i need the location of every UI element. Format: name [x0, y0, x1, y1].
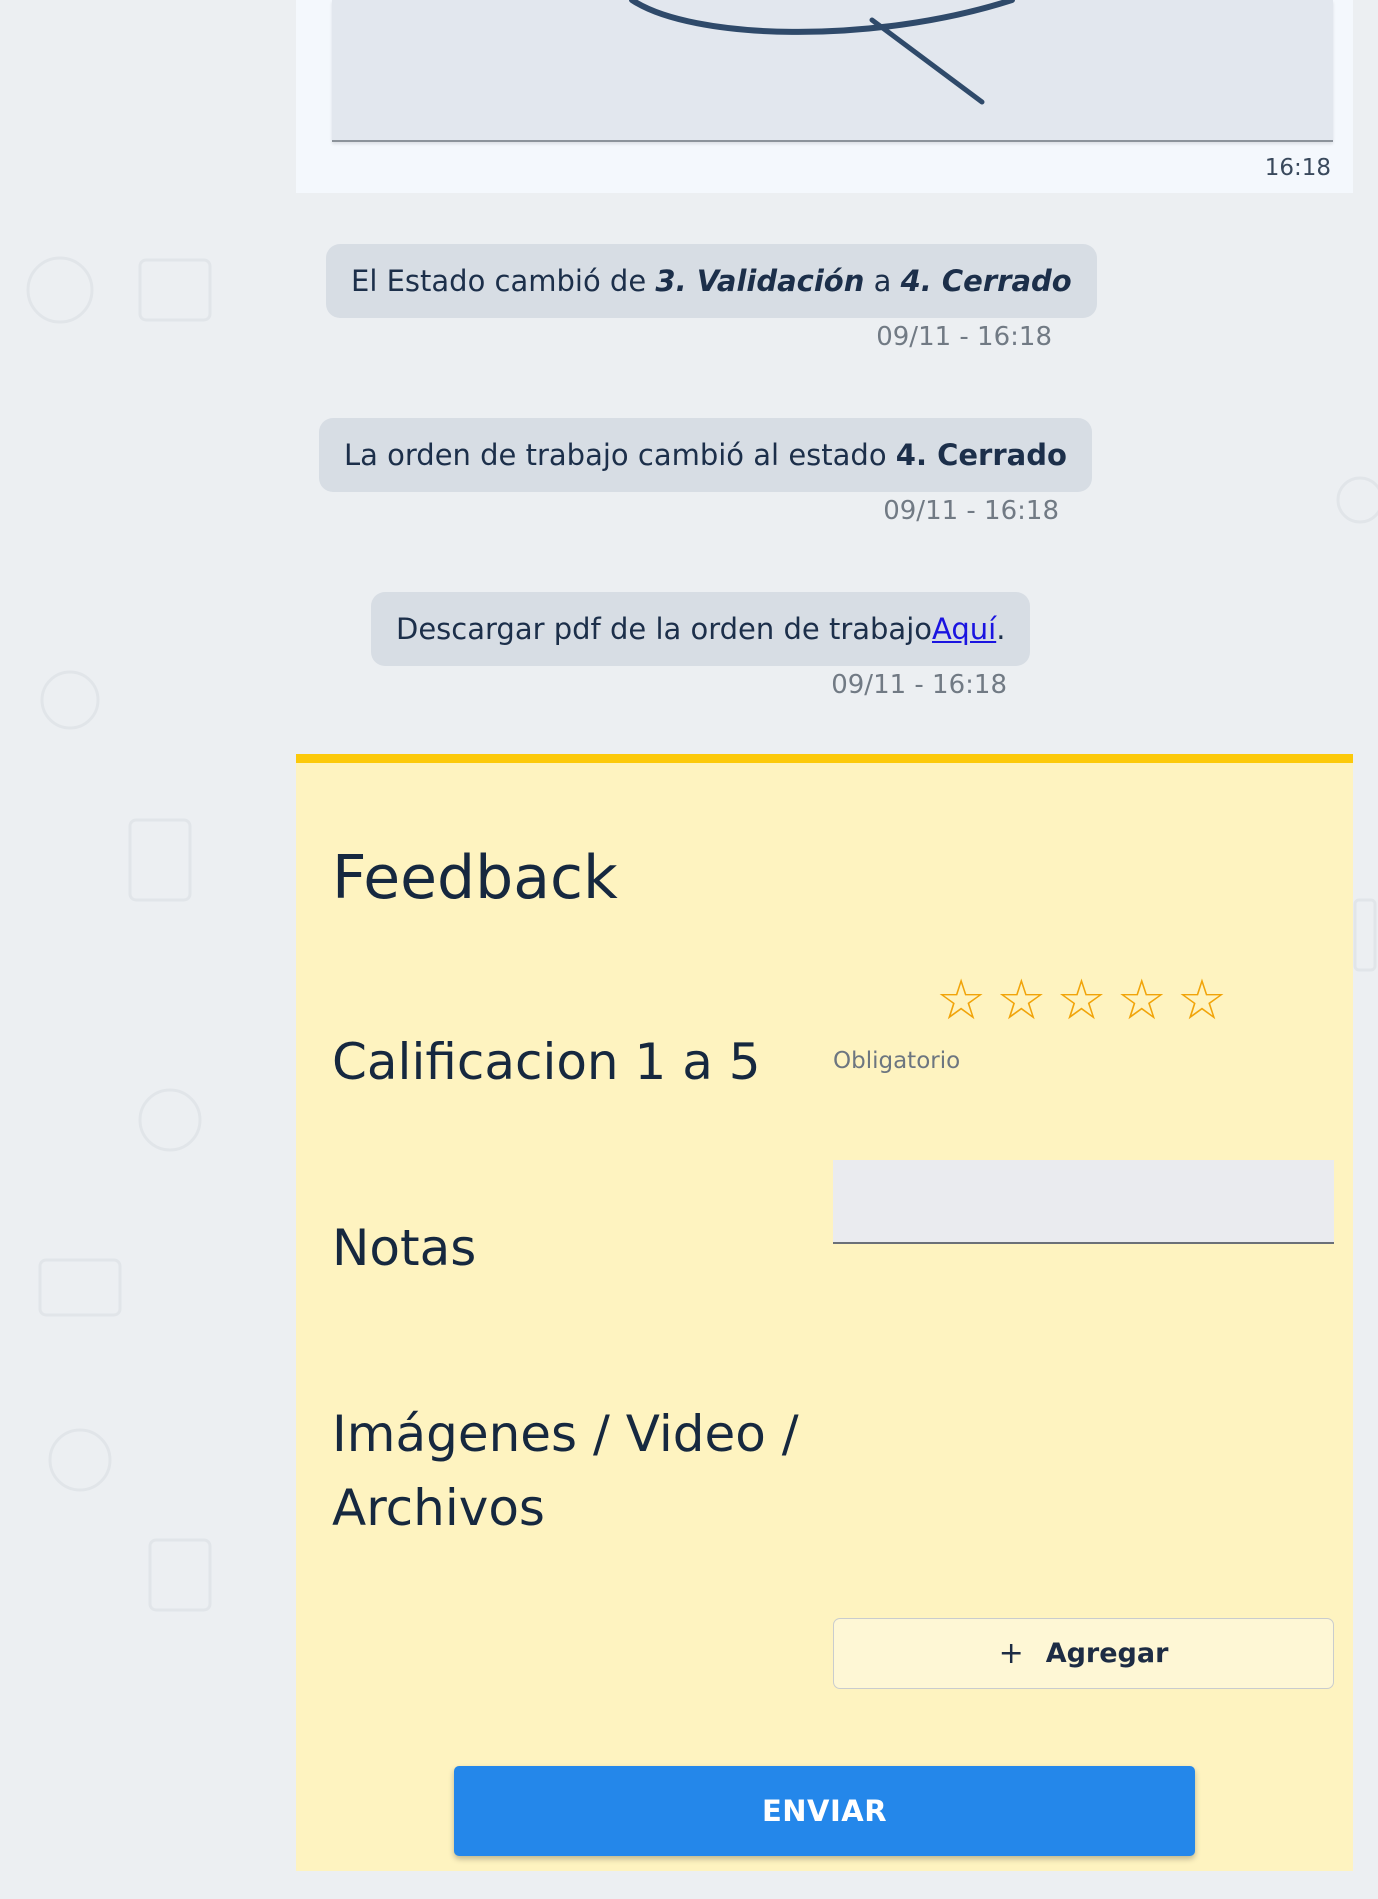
required-hint: Obligatorio	[833, 1048, 961, 1074]
event-text: La orden de trabajo cambió al estado	[344, 438, 896, 472]
star-icon[interactable]: ☆	[1056, 973, 1106, 1029]
add-file-button[interactable]: + Agregar	[833, 1618, 1334, 1689]
event-from-status: 3. Validación	[655, 264, 865, 298]
order-status-bubble: La orden de trabajo cambió al estado 4. …	[319, 418, 1092, 492]
event-timestamp: 09/11 - 16:18	[831, 670, 1007, 700]
pdf-download-link[interactable]: Aquí	[932, 612, 996, 646]
event-text: .	[996, 612, 1006, 646]
rating-label: Calificacion 1 a 5	[332, 1033, 761, 1091]
status-change-bubble: El Estado cambió de 3. Validación a 4. C…	[326, 244, 1097, 318]
rating-stars: ☆ ☆ ☆ ☆ ☆	[936, 973, 1227, 1029]
event-timestamp: 09/11 - 16:18	[876, 322, 1052, 352]
feedback-title: Feedback	[332, 843, 618, 913]
event-text: Descargar pdf de la orden de trabajo	[396, 612, 933, 646]
notes-input[interactable]	[833, 1160, 1334, 1244]
signature-message-card: 16:18	[296, 0, 1353, 193]
event-text: El Estado cambió de	[351, 264, 656, 298]
message-timestamp: 16:18	[1264, 155, 1331, 181]
event-to-status: 4. Cerrado	[900, 264, 1072, 298]
notes-label: Notas	[332, 1219, 477, 1277]
star-icon[interactable]: ☆	[936, 973, 986, 1029]
send-button[interactable]: ENVIAR	[454, 1766, 1195, 1856]
files-label-line2: Archivos	[332, 1479, 545, 1537]
add-file-label: Agregar	[1045, 1638, 1169, 1669]
event-timestamp: 09/11 - 16:18	[883, 496, 1059, 526]
plus-icon: +	[998, 1636, 1024, 1671]
star-icon[interactable]: ☆	[996, 973, 1046, 1029]
feedback-panel: Feedback Calificacion 1 a 5 ☆ ☆ ☆ ☆ ☆ Ob…	[296, 754, 1353, 1871]
signature-image	[332, 0, 1333, 142]
files-label-line1: Imágenes / Video /	[332, 1405, 799, 1463]
star-icon[interactable]: ☆	[1177, 973, 1227, 1029]
star-icon[interactable]: ☆	[1117, 973, 1167, 1029]
event-status: 4. Cerrado	[895, 438, 1067, 472]
pdf-download-bubble: Descargar pdf de la orden de trabajo Aquí…	[371, 592, 1031, 666]
event-text: a	[864, 264, 901, 298]
